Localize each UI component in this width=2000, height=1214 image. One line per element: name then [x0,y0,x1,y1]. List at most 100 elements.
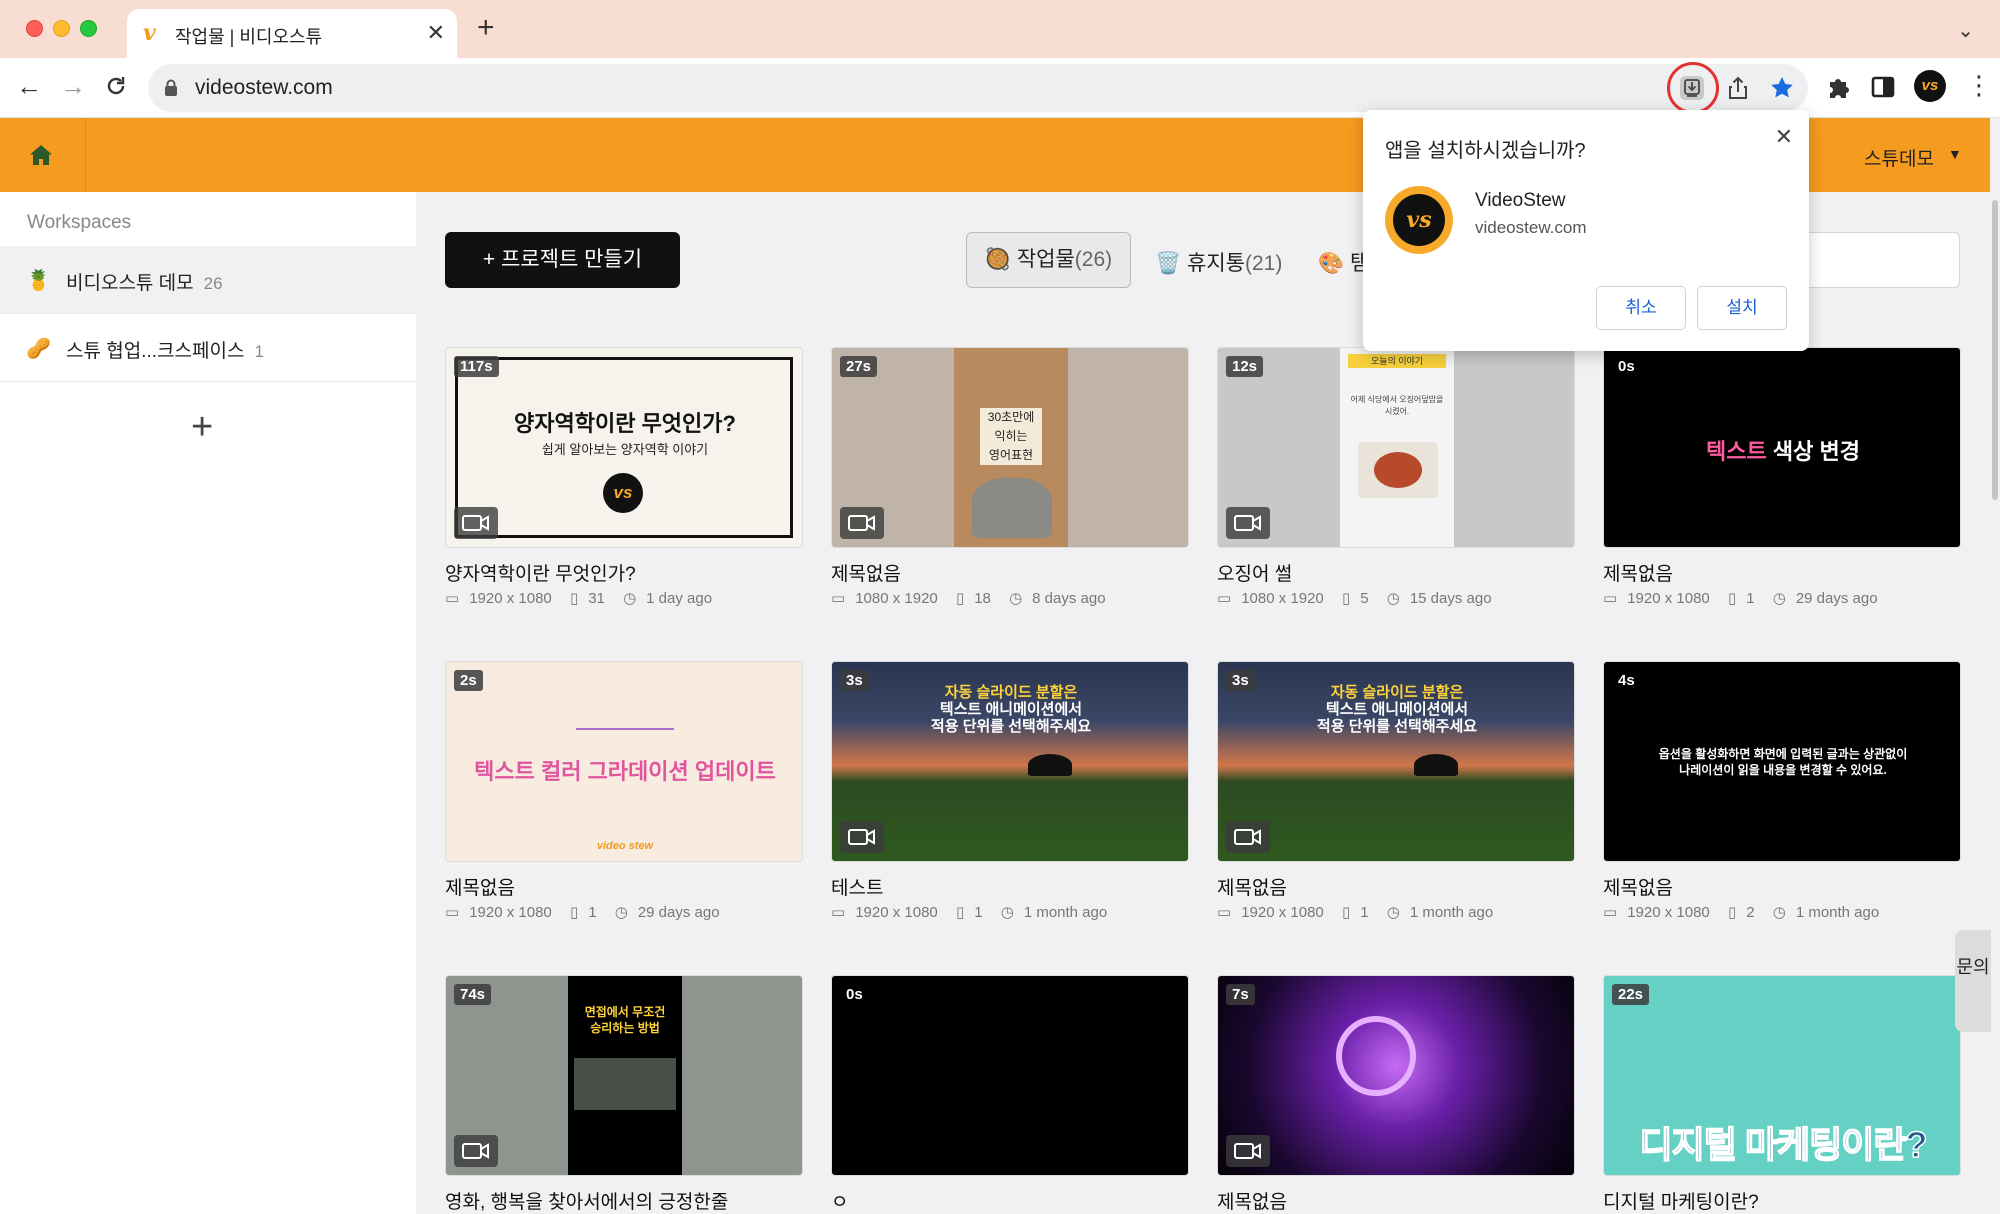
card-meta: ▭ 1080 x 1920 ▯ 18 ◷ 8 days ago [831,589,1106,607]
forward-arrow-icon[interactable]: → [60,71,86,101]
palette-icon: 🎨 [1318,252,1345,275]
project-thumbnail[interactable]: 양자역학이란 무엇인가? 쉽게 알아보는 양자역학 이야기 vs 117s [445,347,803,548]
profile-avatar[interactable]: vs [1914,70,1946,102]
card-title[interactable]: 제목없음 [1603,873,1673,900]
sidebar-item-workspace[interactable]: 🍍 비디오스튜 데모 26 [0,246,416,314]
url-text[interactable]: videostew.com [195,76,333,100]
sidebar-item-workspace[interactable]: 🥜 스튜 협업...크스페이스 1 [0,314,416,382]
clock-icon: ◷ [1386,904,1400,921]
window-close-button[interactable] [26,20,43,37]
project-thumbnail[interactable]: 7s [1217,975,1575,1176]
vs-logo-icon: vs [603,473,643,513]
project-thumbnail[interactable]: 디지털 마케팅이란? 22s [1603,975,1961,1176]
thumb-caption: 자동 슬라이드 분할은 텍스트 애니메이션에서 적용 단위를 선택해주세요 [1218,684,1574,735]
project-thumbnail[interactable]: 0s [831,975,1189,1176]
user-menu[interactable]: 스튜데모 [1864,144,1934,171]
pages-icon: ▯ [1341,904,1351,921]
cancel-button[interactable]: 취소 [1596,286,1686,330]
card-title[interactable]: 제목없음 [831,559,901,586]
card-title[interactable]: 제목없음 [1217,1187,1287,1214]
workspace-count: 26 [203,274,223,293]
caret-down-icon[interactable]: ▼ [1948,146,1962,162]
card-meta: ▭ 1920 x 1080 ▯ 1 ◷ 29 days ago [445,903,720,921]
thumb-ornament [576,728,674,730]
close-icon[interactable]: ✕ [1775,124,1793,150]
resolution-icon: ▭ [831,590,846,607]
resolution-icon: ▭ [1603,590,1618,607]
project-thumbnail[interactable]: 텍스트 색상 변경 0s [1603,347,1961,548]
page-count: 1 [974,904,983,921]
project-thumbnail[interactable]: 면접에서 무조건 승리하는 방법 74s [445,975,803,1176]
duration-badge: 3s [840,670,869,691]
install-button[interactable]: 설치 [1697,286,1787,330]
pages-icon: ▯ [569,904,579,921]
tab-templates[interactable]: 🎨 탬 [1318,247,1369,277]
card-meta: ▭ 1920 x 1080 ▯ 1 ◷ 1 month ago [1217,903,1493,921]
clock-icon: ◷ [614,904,628,921]
thumb-logo: video stew [596,840,654,852]
share-icon[interactable] [1724,74,1752,102]
card-title[interactable]: ㅇ [831,1187,848,1214]
duration-badge: 22s [1612,984,1650,1005]
thumb-header: 오늘의 이야기 [1348,354,1446,368]
pages-icon: ▯ [955,590,965,607]
thumb-line: 적용 단위를 선택해주세요 [930,718,1092,735]
updated-time: 29 days ago [637,904,720,921]
browser-menu-icon[interactable]: ⋮ [1966,70,1992,100]
bookmark-star-icon[interactable] [1768,74,1796,102]
card-meta: ▭ 1920 x 1080 ▯ 2 ◷ 1 month ago [1603,903,1879,921]
window-zoom-button[interactable] [80,20,97,37]
project-thumbnail[interactable]: 자동 슬라이드 분할은 텍스트 애니메이션에서 적용 단위를 선택해주세요 3s [831,661,1189,862]
thumb-text: 어제 식당에서 오징어덮밥을 시켰어. [1350,395,1444,416]
project-thumbnail[interactable]: 30초만에 익히는 영어표현 27s [831,347,1189,548]
card-title[interactable]: 제목없음 [445,873,515,900]
card-title[interactable]: 디지털 마케팅이란? [1603,1187,1759,1214]
tab-search-chevron-icon[interactable]: ⌄ [1957,18,1974,43]
card-title[interactable]: 제목없음 [1603,559,1673,586]
card-meta: ▭ 1080 x 1920 ▯ 5 ◷ 15 days ago [1217,589,1492,607]
tab-works[interactable]: 🥘 작업물(26) [966,232,1131,288]
reload-icon[interactable] [104,74,128,98]
project-thumbnail[interactable]: 옵션을 활성화하면 화면에 입력된 글과는 상관없이 나레이션이 읽을 내용을 … [1603,661,1961,862]
side-panel-icon[interactable] [1868,72,1898,102]
inquiry-label: 문의 [1956,957,1990,977]
thumb-subtitle: 쉽게 알아보는 양자역학 이야기 [541,442,709,457]
card-title[interactable]: 테스트 [831,873,883,900]
scrollbar-thumb[interactable] [1992,200,1998,500]
project-thumbnail[interactable]: 텍스트 컬러 그라데이션 업데이트 video stew 2s [445,661,803,862]
duration-badge: 117s [454,356,499,377]
new-tab-button[interactable]: + [477,13,495,43]
card-title[interactable]: 양자역학이란 무엇인가? [445,559,636,586]
video-camera-icon [840,507,884,539]
video-camera-icon [1226,1135,1270,1167]
thumb-title: 디지털 마케팅이란? [1639,1123,1928,1166]
card-title[interactable]: 영화, 행복을 찾아서에서의 긍정한줄 [445,1187,728,1214]
address-bar[interactable]: videostew.com [148,62,1808,114]
window-minimize-button[interactable] [53,20,70,37]
project-thumbnail[interactable]: 오늘의 이야기 어제 식당에서 오징어덮밥을 시켰어. 12s [1217,347,1575,548]
card-title[interactable]: 오징어 썰 [1217,559,1292,586]
thumb-caption: 옵션을 활성화하면 화면에 입력된 글과는 상관없이 나레이션이 읽을 내용을 … [1614,746,1952,778]
create-project-button[interactable]: + 프로젝트 만들기 [445,232,680,288]
tab-trash[interactable]: 🗑️ 휴지통(21) [1155,247,1282,277]
thumb-line: 적용 단위를 선택해주세요 [1316,718,1478,735]
browser-tab[interactable]: v 작업물 | 비디오스튜 ✕ [127,9,457,58]
resolution-icon: ▭ [1217,590,1232,607]
lock-icon[interactable] [164,79,178,97]
home-icon[interactable] [28,142,54,168]
resolution-icon: ▭ [1217,904,1232,921]
duration-badge: 0s [846,986,863,1003]
extensions-puzzle-icon[interactable] [1824,72,1854,102]
clock-icon: ◷ [1386,590,1400,607]
card-title[interactable]: 제목없음 [1217,873,1287,900]
install-app-icon[interactable] [1678,74,1706,102]
back-arrow-icon[interactable]: ← [16,71,42,101]
duration-badge: 74s [454,984,492,1005]
pineapple-icon: 🍍 [26,270,51,292]
pages-icon: ▯ [1341,590,1351,607]
popup-title: 앱을 설치하시겠습니까? [1385,140,1586,162]
project-thumbnail[interactable]: 자동 슬라이드 분할은 텍스트 애니메이션에서 적용 단위를 선택해주세요 3s [1217,661,1575,862]
add-workspace-button[interactable]: + [191,408,213,446]
inquiry-tab[interactable]: 문의 [1955,930,1991,1032]
tab-close-icon[interactable]: ✕ [427,21,445,45]
